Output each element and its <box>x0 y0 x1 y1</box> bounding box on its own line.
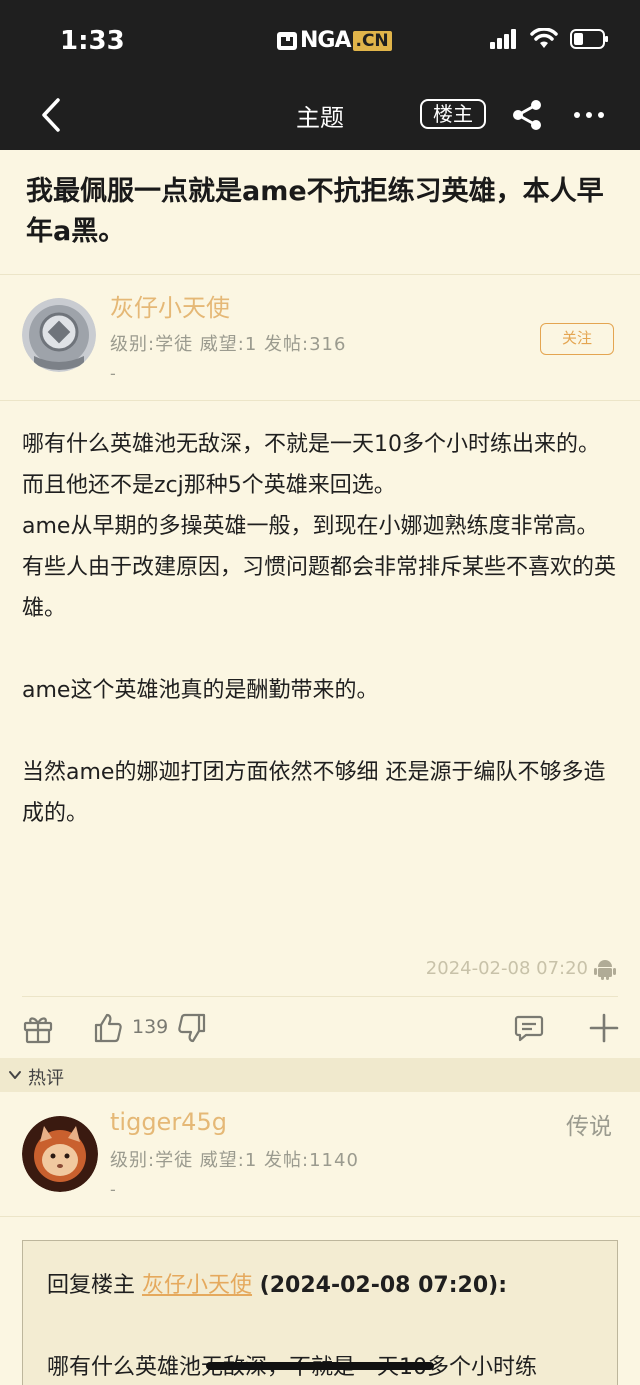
post-blank-line <box>22 711 622 752</box>
post-paragraph: ame从早期的多操英雄一般，到现在小娜迦熟练度非常高。 <box>22 514 599 539</box>
app-brand-logo: NGA .CN <box>276 28 392 53</box>
quote-timestamp: (2024-02-08 07:20): <box>252 1273 507 1298</box>
home-indicator[interactable] <box>206 1362 434 1370</box>
status-time: 1:33 <box>60 26 125 56</box>
page-title: 主题 <box>296 104 344 132</box>
op-author-row: 灰仔小天使 级别:学徒 威望:1 发帖:316 - 关注 <box>0 284 640 400</box>
plus-icon[interactable] <box>588 1012 620 1044</box>
topic-title: 我最佩服一点就是ame不抗拒练习英雄，本人早年a黑。 <box>26 176 604 247</box>
post-timestamp: 2024-02-08 07:20 <box>425 958 588 979</box>
post-action-bar: 139 <box>0 1000 640 1058</box>
nga-logo-icon <box>277 31 297 50</box>
avatar[interactable] <box>22 1116 98 1192</box>
reply-user-rank: 传说 <box>566 1114 612 1140</box>
avatar[interactable] <box>22 298 96 372</box>
thumbs-down-icon[interactable] <box>176 1012 208 1044</box>
chevron-down-icon <box>9 1071 21 1079</box>
brand-badge: .CN <box>352 30 392 51</box>
reply-user-signature: - <box>110 1180 116 1199</box>
battery-icon <box>570 29 608 49</box>
post-paragraph: 当然ame的娜迦打团方面依然不够细 还是源于编队不够多造成的。 <box>22 760 606 826</box>
divider <box>0 400 640 401</box>
signal-icon <box>490 29 516 49</box>
status-bar: 1:33 NGA .CN <box>0 0 640 80</box>
thumbs-up-icon[interactable] <box>92 1012 124 1044</box>
quote-header: 回复楼主 灰仔小天使 (2024-02-08 07:20): <box>47 1267 507 1299</box>
quote-username-link[interactable]: 灰仔小天使 <box>142 1273 252 1298</box>
wifi-icon <box>530 28 558 48</box>
post-body: 哪有什么英雄池无敌深，不就是一天10多个小时练出来的。 而且他还不是zcj那种5… <box>22 424 622 834</box>
back-chevron-icon[interactable] <box>36 96 66 134</box>
op-only-filter-button[interactable]: 楼主 <box>420 99 486 129</box>
post-paragraph: ame这个英雄池真的是酬勤带来的。 <box>22 678 379 703</box>
post-paragraph: 有些人由于改建原因，习惯问题都会非常排斥某些不喜欢的英雄。 <box>22 555 617 621</box>
op-username[interactable]: 灰仔小天使 <box>110 288 230 323</box>
post-paragraph: 哪有什么英雄池无敌深，不就是一天10多个小时练出来的。 <box>22 432 600 457</box>
op-avatar-image <box>22 298 96 372</box>
hot-comments-header[interactable]: 热评 <box>0 1058 640 1092</box>
divider <box>0 1216 640 1217</box>
android-icon <box>594 960 616 980</box>
post-paragraph: 而且他还不是zcj那种5个英雄来回选。 <box>22 473 396 498</box>
divider <box>22 996 618 997</box>
reply-user-meta: 级别:学徒 威望:1 发帖:1140 <box>110 1150 359 1171</box>
divider <box>0 274 640 275</box>
op-user-meta: 级别:学徒 威望:1 发帖:316 <box>110 334 347 355</box>
share-icon[interactable] <box>510 98 544 132</box>
more-icon[interactable] <box>572 100 606 130</box>
reply-username[interactable]: tigger45g <box>110 1108 227 1136</box>
hot-comments-label: 热评 <box>28 1068 64 1089</box>
follow-button[interactable]: 关注 <box>540 323 614 355</box>
reply-author-row: tigger45g 传说 级别:学徒 威望:1 发帖:1140 - <box>0 1100 640 1216</box>
brand-text: NGA <box>300 28 351 53</box>
nav-bar: 主题 楼主 <box>0 80 640 150</box>
gift-icon[interactable] <box>22 1012 54 1044</box>
like-count: 139 <box>132 1016 169 1038</box>
post-blank-line <box>22 629 622 670</box>
reply-avatar-image <box>22 1116 98 1192</box>
quote-prefix: 回复楼主 <box>47 1273 142 1298</box>
op-user-signature: - <box>110 364 116 383</box>
comment-icon[interactable] <box>513 1012 545 1044</box>
